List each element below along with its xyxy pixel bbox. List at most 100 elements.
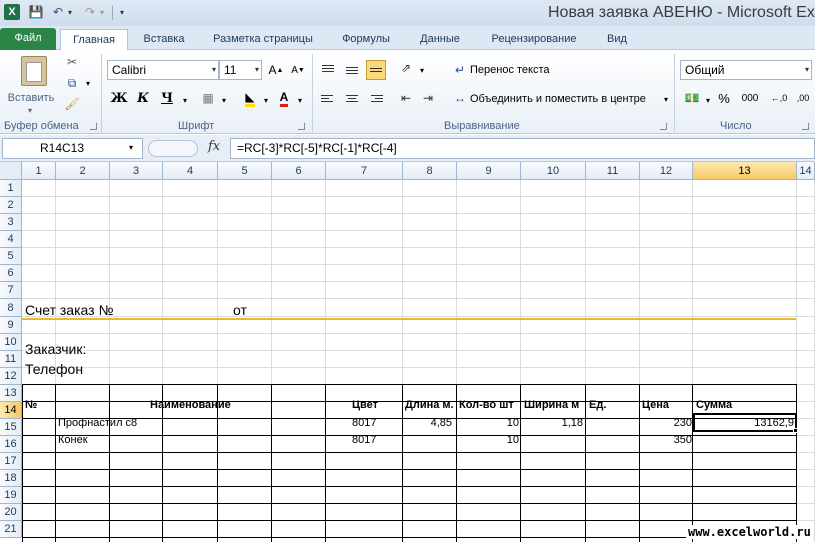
grow-font-icon[interactable]: A ▲ xyxy=(266,60,286,80)
row-header[interactable]: 15 xyxy=(0,419,22,436)
thousands-separator-button[interactable]: 000 xyxy=(738,88,762,108)
column-header[interactable]: 2 xyxy=(56,162,110,180)
format-painter-icon[interactable]: 🖌 xyxy=(64,96,80,112)
paste-dropdown-icon[interactable]: ▾ xyxy=(28,106,32,115)
number-format-combo[interactable]: Общий ▾ xyxy=(680,60,812,80)
alignment-launcher-icon[interactable] xyxy=(660,123,667,130)
row-header[interactable]: 13 xyxy=(0,385,22,402)
align-left-icon[interactable] xyxy=(318,88,338,108)
merge-center-button[interactable]: Объединить и поместить в центре xyxy=(470,89,646,109)
borders-icon[interactable]: ▦ xyxy=(200,90,216,106)
row-header[interactable]: 20 xyxy=(0,504,22,521)
row-header[interactable]: 4 xyxy=(0,231,22,248)
column-header[interactable]: 9 xyxy=(457,162,521,180)
cut-icon[interactable]: ✂ xyxy=(64,54,80,70)
tab-file[interactable]: Файл xyxy=(0,28,56,50)
excel-logo-icon[interactable]: X xyxy=(4,4,20,20)
fill-color-icon[interactable]: ◣ xyxy=(242,90,258,107)
row-header[interactable]: 8 xyxy=(0,299,22,317)
decrease-indent-icon[interactable]: ⇤ xyxy=(398,90,414,106)
column-header[interactable]: 4 xyxy=(163,162,218,180)
increase-indent-icon[interactable]: ⇥ xyxy=(420,90,436,106)
column-header[interactable]: 5 xyxy=(218,162,272,180)
column-header[interactable]: 1 xyxy=(22,162,56,180)
undo-icon[interactable]: ↶ xyxy=(50,4,66,20)
row-header[interactable]: 2 xyxy=(0,197,22,214)
copy-dropdown-icon[interactable]: ▾ xyxy=(80,75,96,91)
wrap-text-button[interactable]: Перенос текста xyxy=(470,60,550,80)
row-header[interactable]: 18 xyxy=(0,470,22,487)
row-header[interactable]: 14 xyxy=(0,402,22,419)
orientation-dropdown-icon[interactable]: ▾ xyxy=(414,62,430,78)
tab-insert[interactable]: Вставка xyxy=(134,29,194,50)
shrink-font-icon[interactable]: A ▼ xyxy=(288,60,308,80)
row-header[interactable]: 12 xyxy=(0,368,22,385)
column-header[interactable]: 10 xyxy=(521,162,586,180)
underline-button[interactable]: Ч xyxy=(157,88,177,108)
paste-button[interactable]: Вставить ▾ xyxy=(4,54,58,116)
name-box-dropdown-icon[interactable]: ▾ xyxy=(129,143,133,152)
redo-icon[interactable]: ↷ xyxy=(82,4,98,20)
number-launcher-icon[interactable] xyxy=(802,123,809,130)
row-header[interactable]: 3 xyxy=(0,214,22,231)
align-right-icon[interactable] xyxy=(366,88,386,108)
wrap-text-icon[interactable]: ↵ xyxy=(452,62,468,78)
column-header[interactable]: 8 xyxy=(403,162,457,180)
font-color-dropdown-icon[interactable]: ▾ xyxy=(292,92,308,108)
italic-button[interactable]: К xyxy=(133,88,153,108)
column-header[interactable]: 14 xyxy=(797,162,815,180)
row-header[interactable]: 11 xyxy=(0,351,22,368)
merge-center-dropdown-icon[interactable]: ▾ xyxy=(658,91,674,107)
align-center-icon[interactable] xyxy=(342,88,362,108)
decrease-decimal-button[interactable]: ,00 xyxy=(792,88,814,108)
align-bottom-icon[interactable] xyxy=(366,60,386,80)
borders-dropdown-icon[interactable]: ▾ xyxy=(216,92,232,108)
align-top-icon[interactable] xyxy=(318,58,338,78)
column-header[interactable]: 7 xyxy=(326,162,403,180)
increase-decimal-button[interactable]: ←,0 xyxy=(768,88,790,108)
column-header[interactable]: 3 xyxy=(110,162,163,180)
undo-dropdown-icon[interactable]: ▾ xyxy=(66,4,74,20)
percent-button[interactable]: % xyxy=(714,88,734,108)
copy-icon[interactable]: ⧉ xyxy=(64,75,80,91)
orientation-icon[interactable]: ⇗ xyxy=(398,60,414,76)
customize-quick-access-icon[interactable]: ▾ xyxy=(118,4,126,20)
merge-center-icon[interactable]: ↔ xyxy=(452,90,468,106)
column-header[interactable]: 6 xyxy=(272,162,326,180)
tab-formulas[interactable]: Формулы xyxy=(334,29,398,50)
row-header[interactable]: 7 xyxy=(0,282,22,299)
row-header[interactable]: 1 xyxy=(0,180,22,197)
row-header[interactable]: 10 xyxy=(0,334,22,351)
bold-button[interactable]: Ж xyxy=(109,88,129,108)
select-all-corner[interactable] xyxy=(0,162,22,180)
formula-bar-handle[interactable] xyxy=(148,140,198,157)
formula-input[interactable]: =RC[-3]*RC[-5]*RC[-1]*RC[-4] xyxy=(230,138,815,159)
font-launcher-icon[interactable] xyxy=(298,123,305,130)
font-color-icon[interactable]: A xyxy=(276,90,292,107)
align-middle-icon[interactable] xyxy=(342,60,362,80)
save-icon[interactable]: 💾 xyxy=(28,4,44,20)
tab-home[interactable]: Главная xyxy=(60,29,128,51)
active-cell[interactable] xyxy=(693,413,797,432)
column-header[interactable]: 11 xyxy=(586,162,640,180)
tab-data[interactable]: Данные xyxy=(410,29,470,50)
name-box[interactable]: R14C13 xyxy=(2,138,143,159)
font-name-dropdown-icon[interactable]: ▾ xyxy=(212,61,216,79)
row-header[interactable]: 6 xyxy=(0,265,22,282)
row-header[interactable]: 21 xyxy=(0,521,22,538)
worksheet-grid[interactable]: 1 2 3 4 5 6 7 8 9 10 11 12 13 14 1 2 3 4 5 6 7 8 9 10 11 12 13 14 1… xyxy=(0,162,815,542)
font-size-dropdown-icon[interactable]: ▾ xyxy=(255,61,259,79)
row-header[interactable]: 9 xyxy=(0,317,22,334)
row-header[interactable]: 16 xyxy=(0,436,22,453)
row-header[interactable]: 5 xyxy=(0,248,22,265)
clipboard-launcher-icon[interactable] xyxy=(90,123,97,130)
number-format-dropdown-icon[interactable]: ▾ xyxy=(805,61,809,79)
redo-dropdown-icon[interactable]: ▾ xyxy=(98,4,106,20)
fill-handle[interactable] xyxy=(793,428,798,433)
tab-review[interactable]: Рецензирование xyxy=(480,29,588,50)
tab-view[interactable]: Вид xyxy=(598,29,636,50)
row-header[interactable]: 19 xyxy=(0,487,22,504)
insert-function-icon[interactable]: fx xyxy=(208,139,220,154)
column-header[interactable]: 13 xyxy=(693,162,797,180)
underline-dropdown-icon[interactable]: ▾ xyxy=(177,92,193,108)
